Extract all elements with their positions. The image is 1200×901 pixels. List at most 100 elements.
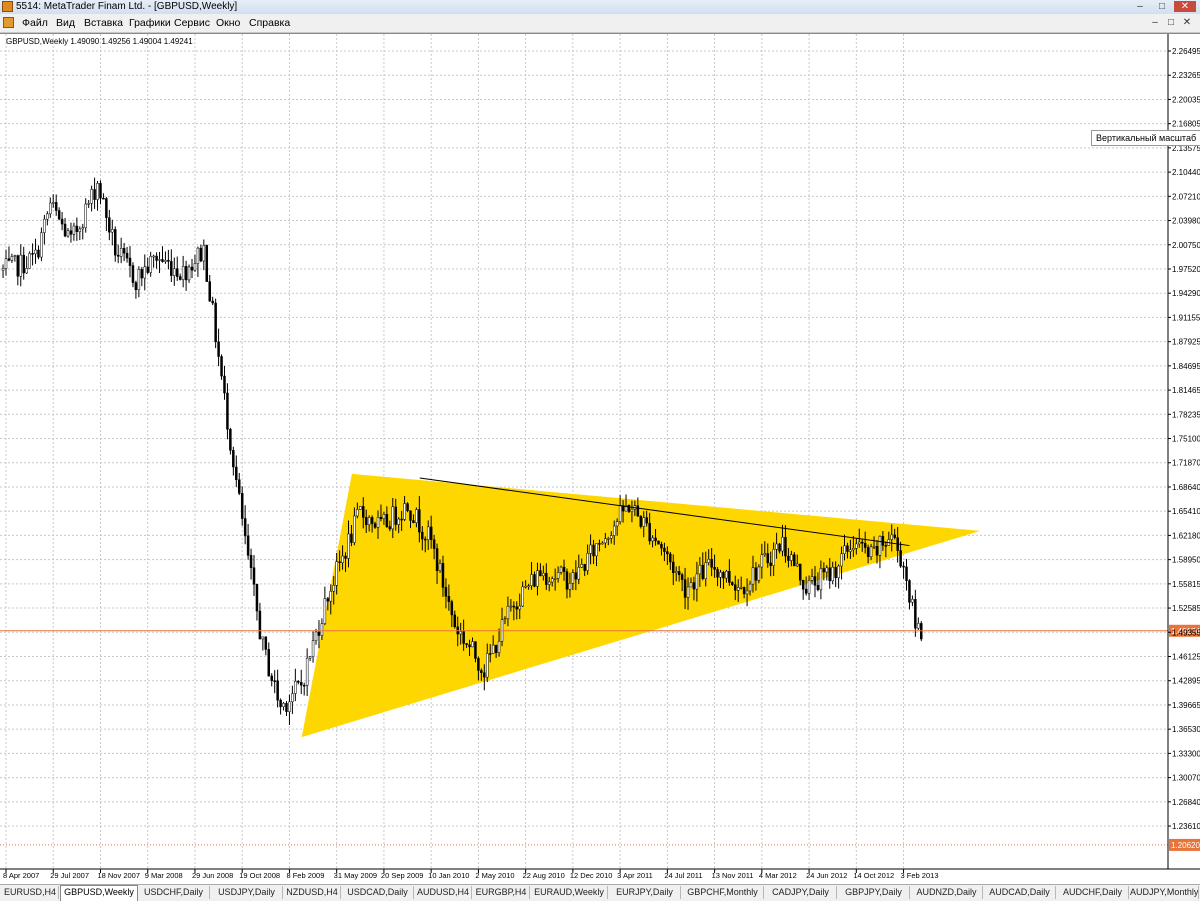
candle-body [4, 258, 8, 269]
candle-body [282, 703, 285, 708]
chart-tab-usdchf-daily[interactable]: USDCHF,Daily [138, 886, 210, 899]
candle-body [300, 682, 303, 686]
candle-body [22, 254, 25, 274]
price-tick-label: 1.23610 [1172, 822, 1200, 831]
candle-body [751, 567, 755, 585]
chart-tab-gbpusd-weekly[interactable]: GBPUSD,Weekly [60, 885, 138, 901]
chart-tab-audchf-daily[interactable]: AUDCHF,Daily [1057, 886, 1129, 899]
candle-body [155, 255, 158, 261]
chart-tab-euraud-weekly[interactable]: EURAUD,Weekly [531, 886, 608, 899]
candle-body [577, 567, 581, 580]
candle-body [905, 566, 908, 581]
title-bar: 5514: MetaTrader Finam Ltd. - [GBPUSD,We… [0, 0, 1200, 15]
candle-body [914, 599, 917, 629]
menu-charts[interactable]: Графики [127, 14, 173, 32]
close-button[interactable]: ✕ [1174, 1, 1196, 12]
bottom-price-label: 1.20620 [1171, 841, 1200, 850]
chart-tab-eurgbp-h4[interactable]: EURGBP,H4 [473, 886, 530, 899]
candle-body [686, 586, 690, 598]
maximize-button[interactable]: □ [1152, 1, 1172, 12]
candle-body [113, 229, 117, 256]
chart-tab-eurusd-h4[interactable]: EURUSD,H4 [2, 886, 59, 899]
candle-body [364, 517, 368, 526]
price-tick-label: 1.26840 [1172, 798, 1200, 807]
candle-body [128, 257, 132, 266]
chart-tab-audjpy-monthly[interactable]: AUDJPY,Monthly [1130, 886, 1199, 899]
candle-body [453, 614, 457, 628]
menu-tools[interactable]: Сервис [172, 14, 212, 32]
candle-body [884, 545, 888, 547]
minimize-button[interactable]: – [1130, 1, 1150, 12]
candle-body [701, 564, 705, 579]
time-tick-label: 29 Jul 2007 [50, 871, 89, 880]
candle-body [367, 517, 371, 526]
candle-body [379, 516, 383, 519]
candle-body [860, 541, 864, 544]
candle-body [548, 581, 551, 585]
candle-body [60, 218, 64, 225]
candle-body [719, 572, 722, 578]
candle-body [669, 553, 672, 563]
candle-body [362, 506, 365, 518]
candle-body [288, 701, 291, 712]
candle-body [214, 302, 217, 343]
candle-body [424, 538, 427, 541]
candle-body [728, 571, 731, 583]
candle-body [813, 576, 817, 586]
candle-body [217, 341, 220, 357]
menu-help[interactable]: Справка [247, 14, 292, 32]
menu-view[interactable]: Вид [54, 14, 77, 32]
chart-tab-usdcad-daily[interactable]: USDCAD,Daily [342, 886, 414, 899]
candle-body [63, 223, 67, 237]
chart-tab-cadjpy-daily[interactable]: CADJPY,Daily [765, 886, 837, 899]
chart-tab-usdjpy-daily[interactable]: USDJPY,Daily [211, 886, 283, 899]
candle-body [666, 551, 669, 555]
chart-tab-gbpchf-monthly[interactable]: GBPCHF,Monthly [682, 886, 764, 899]
candle-body [235, 466, 238, 481]
chart-tab-nzdusd-h4[interactable]: NZDUSD,H4 [284, 886, 341, 899]
chart-tab-eurjpy-daily[interactable]: EURJPY,Daily [609, 886, 681, 899]
candle-body [604, 538, 607, 544]
mdi-restore-button[interactable]: □ [1164, 16, 1178, 29]
chart-tab-audnzd-daily[interactable]: AUDNZD,Daily [911, 886, 983, 899]
chart-tab-audusd-h4[interactable]: AUDUSD,H4 [415, 886, 472, 899]
candle-body [317, 631, 321, 636]
candle-body [232, 450, 235, 468]
candle-body [276, 680, 279, 701]
candle-body [49, 202, 52, 215]
candle-body [486, 653, 489, 678]
candle-body [778, 543, 781, 552]
candle-body [190, 266, 194, 271]
menu-file[interactable]: Файл [20, 14, 50, 32]
candle-body [769, 562, 772, 566]
price-chart[interactable]: 1.491741.20620 2.264952.232652.200352.16… [0, 34, 1200, 884]
candle-body [205, 245, 209, 282]
candle-body [391, 506, 395, 530]
candle-body [31, 253, 34, 255]
candle-body [78, 228, 82, 232]
candle-body [586, 553, 589, 571]
candle-body [801, 580, 805, 590]
mdi-close-button[interactable]: ✕ [1180, 16, 1194, 29]
chart-window[interactable]: 1.49174 1.20620 2.26495 2.23265 2.20035 2.16… [0, 33, 1200, 884]
candle-body [323, 598, 327, 624]
price-tick-label: 1.75100 [1172, 435, 1200, 444]
menu-window[interactable]: Окно [214, 14, 242, 32]
candle-body [51, 202, 55, 204]
candle-body [530, 574, 533, 587]
mdi-minimize-button[interactable]: – [1148, 16, 1162, 29]
candle-body [438, 563, 442, 571]
candle-body [509, 605, 513, 608]
candle-body [415, 509, 418, 524]
candle-body [660, 543, 663, 549]
candle-body [69, 230, 73, 235]
candle-body [748, 583, 752, 592]
candle-body [899, 550, 902, 567]
time-tick-label: 29 Jun 2008 [192, 871, 233, 880]
chart-tab-audcad-daily[interactable]: AUDCAD,Daily [984, 886, 1056, 899]
candle-body [397, 518, 400, 525]
candle-body [524, 585, 527, 588]
chart-tab-gbpjpy-daily[interactable]: GBPJPY,Daily [838, 886, 910, 899]
candle-body [34, 249, 37, 255]
menu-insert[interactable]: Вставка [82, 14, 125, 32]
